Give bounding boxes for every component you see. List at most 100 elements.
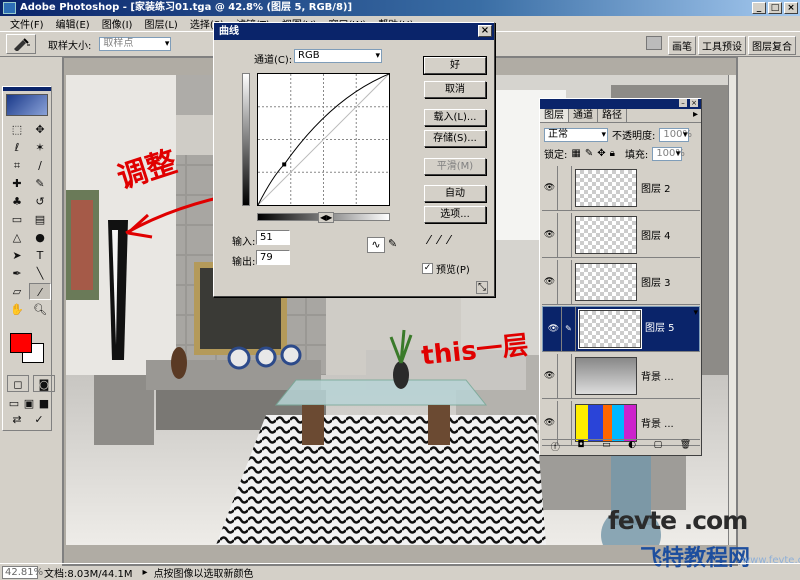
quick-mask-mode-icon[interactable]: ◙ <box>33 375 55 392</box>
layer-row[interactable]: 👁︎ 图层 4 <box>542 212 700 258</box>
layer-name[interactable]: 背景 ... <box>641 368 674 383</box>
link-slot[interactable] <box>558 165 572 210</box>
lock-move-icon[interactable]: ✥ <box>597 148 605 159</box>
maximize-button[interactable]: □ <box>768 2 782 14</box>
visibility-eye-icon[interactable]: 👁︎ <box>542 212 558 257</box>
brush-tool-icon[interactable]: ✎ <box>29 175 51 192</box>
white-eyedropper-icon[interactable]: ⁄ <box>448 233 450 247</box>
path-selection-tool-icon[interactable]: ➤ <box>6 247 28 264</box>
layer-row[interactable]: 👁︎ 背景 ... <box>542 353 700 399</box>
blend-mode-select[interactable]: 正常 <box>544 127 608 142</box>
layer-name[interactable]: 图层 4 <box>641 227 671 242</box>
fill-field[interactable]: 100% <box>652 146 685 161</box>
screen-mode-standard-icon[interactable]: ▭ <box>7 395 21 412</box>
input-field[interactable]: 51 <box>256 230 290 245</box>
brush-icon[interactable]: ✎ <box>562 307 576 351</box>
tab-paths[interactable]: 路径 <box>598 109 627 122</box>
visibility-eye-icon[interactable]: 👁︎ <box>546 307 562 351</box>
check-icon[interactable]: ✓ <box>29 413 49 427</box>
move-tool-icon[interactable]: ✥ <box>29 121 51 138</box>
foreground-color-swatch[interactable] <box>10 333 32 353</box>
load-button[interactable]: 载入(L)... <box>424 109 486 126</box>
layer-mask-icon[interactable]: ◘ <box>577 440 584 453</box>
tab-layer-comps[interactable]: 图层复合 <box>748 36 796 55</box>
layer-name[interactable]: 图层 5 <box>645 323 675 335</box>
marquee-tool-icon[interactable]: ⬚ <box>6 121 28 138</box>
output-field[interactable]: 79 <box>256 250 290 265</box>
curves-dialog-title[interactable]: 曲线 × <box>214 23 494 40</box>
zoom-tool-icon[interactable]: 🔍︎ <box>29 301 51 318</box>
auto-button[interactable]: 自动 <box>424 185 486 202</box>
curve-mode-icon[interactable]: ∿ <box>367 237 385 253</box>
link-slot[interactable] <box>558 400 572 445</box>
smooth-button[interactable]: 平滑(M) <box>424 158 486 175</box>
menu-image[interactable]: 图像(I) <box>96 16 139 31</box>
delete-layer-icon[interactable]: 🗑︎ <box>680 440 691 453</box>
tool-preset-picker[interactable] <box>6 34 36 54</box>
lock-all-icon[interactable]: 🔒︎ <box>610 148 615 159</box>
palette-menu-icon[interactable]: ▸ <box>693 109 698 122</box>
link-slot[interactable] <box>558 353 572 398</box>
layer-style-icon[interactable]: ⓕ <box>551 440 560 453</box>
history-brush-tool-icon[interactable]: ↺ <box>29 193 51 210</box>
eraser-tool-icon[interactable]: ▭ <box>6 211 28 228</box>
gradient-toggle-icon[interactable]: ◀▶ <box>318 212 335 223</box>
pencil-mode-icon[interactable]: ✎ <box>388 237 397 250</box>
layer-row[interactable]: 👁︎ ✎ 图层 5 <box>542 306 700 352</box>
minimize-palette-icon[interactable]: – <box>679 99 687 107</box>
layer-row[interactable]: 👁︎ 图层 3 <box>542 259 700 305</box>
lock-paint-icon[interactable]: ✎ <box>585 148 593 159</box>
curve-graph[interactable] <box>257 73 390 206</box>
link-slot[interactable] <box>558 212 572 257</box>
tab-channels[interactable]: 通道 <box>569 109 598 122</box>
menu-layer[interactable]: 图层(L) <box>138 16 183 31</box>
tab-brushes[interactable]: 画笔 <box>668 36 696 55</box>
close-button[interactable]: × <box>784 2 798 14</box>
magic-wand-tool-icon[interactable]: ✶ <box>29 139 51 156</box>
lock-transparency-icon[interactable]: ▦ <box>571 148 580 159</box>
hand-tool-icon[interactable]: ✋ <box>6 301 28 318</box>
save-button[interactable]: 存储(S)... <box>424 130 486 147</box>
visibility-eye-icon[interactable]: 👁︎ <box>542 165 558 210</box>
file-browser-icon[interactable] <box>646 36 662 50</box>
pen-tool-icon[interactable]: ✒ <box>6 265 28 282</box>
healing-brush-tool-icon[interactable]: ✚ <box>6 175 28 192</box>
canvas-scrollbar[interactable] <box>728 75 736 545</box>
toolbox-header[interactable] <box>3 87 51 91</box>
crop-tool-icon[interactable]: ⌗ <box>6 157 28 174</box>
layer-name[interactable]: 背景 ... <box>641 415 674 430</box>
line-tool-icon[interactable]: ╲ <box>29 265 51 282</box>
sample-size-select[interactable]: 取样点 <box>99 37 172 51</box>
visibility-eye-icon[interactable]: 👁︎ <box>542 259 558 304</box>
new-layer-icon[interactable]: ▢ <box>654 440 663 453</box>
cancel-button[interactable]: 取消 <box>424 81 486 98</box>
notes-tool-icon[interactable]: ▱ <box>6 283 28 300</box>
options-button[interactable]: 选项... <box>424 206 486 223</box>
black-eyedropper-icon[interactable]: ⁄ <box>428 233 430 247</box>
minimize-button[interactable]: _ <box>752 2 766 14</box>
screen-mode-full-menu-icon[interactable]: ▣ <box>22 395 36 412</box>
tab-tool-presets[interactable]: 工具预设 <box>698 36 746 55</box>
channel-select[interactable]: RGB <box>294 49 382 63</box>
screen-mode-full-icon[interactable]: ■ <box>37 395 51 412</box>
play-icon[interactable]: ▸ <box>143 567 148 578</box>
visibility-eye-icon[interactable]: 👁︎ <box>542 353 558 398</box>
adjustment-layer-icon[interactable]: ◐ <box>628 440 636 453</box>
layer-name[interactable]: 图层 2 <box>641 180 671 195</box>
standard-mode-icon[interactable]: ◻ <box>7 375 29 392</box>
layers-palette-header[interactable]: – × <box>540 99 701 109</box>
menu-file[interactable]: 文件(F) <box>4 16 50 31</box>
opacity-field[interactable]: 100% <box>659 127 692 142</box>
gray-eyedropper-icon[interactable]: ⁄ <box>438 233 440 247</box>
dodge-tool-icon[interactable]: ● <box>29 229 51 246</box>
layer-row[interactable]: 👁︎ 图层 2 <box>542 165 700 211</box>
jump-to-imageready-icon[interactable]: ⇄ <box>7 413 27 427</box>
visibility-eye-icon[interactable]: 👁︎ <box>542 400 558 445</box>
curve-control-point[interactable] <box>282 162 287 167</box>
blur-tool-icon[interactable]: △ <box>6 229 28 246</box>
preview-checkbox[interactable]: ✓ <box>422 263 433 274</box>
slice-tool-icon[interactable]: ∕ <box>29 157 51 174</box>
expand-dialog-icon[interactable]: ⤡ <box>476 281 488 294</box>
type-tool-icon[interactable]: T <box>29 247 51 264</box>
zoom-field[interactable]: 42.81% <box>2 565 43 579</box>
